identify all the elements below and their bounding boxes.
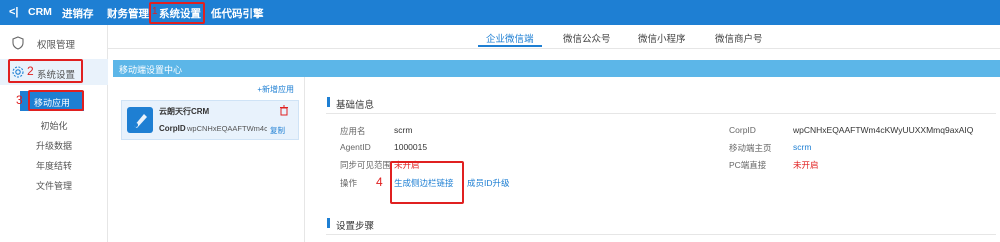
highlight-box-system-settings — [149, 2, 205, 24]
value-corpid: wpCNHxEQAAFTWm4cKWyUUXXMmq9axAIQ — [793, 125, 974, 135]
tab-wecom[interactable]: 企业微信端 — [486, 31, 534, 45]
label-corpid: CorpID — [729, 125, 756, 135]
active-tab-indicator — [478, 45, 542, 47]
nav-lowcode-engine[interactable]: 低代码引擎 — [211, 6, 264, 21]
tab-wechat-miniprogram[interactable]: 微信小程序 — [638, 31, 686, 45]
label-actions: 操作 — [340, 178, 358, 188]
setup-steps-title: 设置步骤 — [336, 221, 375, 232]
label-sync-scope: 同步可见范围 — [340, 160, 392, 170]
sidebar-subitem-file-management[interactable]: 文件管理 — [0, 175, 108, 195]
divider — [326, 234, 996, 235]
sidebar-subitem-upgrade-data[interactable]: 升级数据 — [0, 135, 108, 155]
nav-crm[interactable]: CRM — [28, 6, 52, 18]
section-header: 移动端设置中心 — [113, 60, 1000, 77]
app-list-panel: +新增应用 云朗天行CRM CorpID wpCNHxEQAAFTWm4c...… — [113, 77, 305, 242]
annotation-number-3: 3 — [16, 93, 23, 107]
back-button[interactable]: <| — [9, 6, 19, 18]
sidebar-subitem-initialize[interactable]: 初始化 — [0, 115, 108, 135]
channel-tabs: 企业微信端 微信公众号 微信小程序 微信商户号 — [108, 25, 1000, 49]
highlight-box-sidebar-settings — [8, 59, 83, 83]
label-agent-id: AgentID — [340, 142, 371, 152]
annotation-number-4: 4 — [376, 175, 383, 189]
label-mobile-home: 移动端主页 — [729, 143, 772, 153]
app-corpid-value: wpCNHxEQAAFTWm4c... — [187, 124, 267, 133]
label-pc-direct: PC端直接 — [729, 160, 767, 170]
basic-info-title: 基础信息 — [336, 100, 375, 111]
divider — [326, 113, 996, 114]
tab-wechat-official[interactable]: 微信公众号 — [563, 31, 611, 45]
sidebar: 权限管理 系统设置 2 移动应用 3 初始化 升级数据 年度结转 文件管理 — [0, 25, 108, 242]
delete-icon[interactable] — [279, 105, 289, 116]
member-id-upgrade-link[interactable]: 成员ID升级 — [467, 177, 510, 189]
app-logo-icon — [127, 107, 153, 133]
value-mobile-home[interactable]: scrm — [793, 142, 811, 152]
value-pc-direct: 未开启 — [793, 160, 819, 170]
highlight-box-generate-link — [390, 161, 464, 204]
app-card[interactable]: 云朗天行CRM CorpID wpCNHxEQAAFTWm4c... 复制 — [121, 100, 299, 140]
value-app-name: scrm — [394, 125, 413, 135]
app-name: 云朗天行CRM — [159, 107, 210, 116]
sidebar-item-label: 权限管理 — [37, 40, 76, 51]
section-marker — [327, 218, 330, 228]
app-detail: 基础信息 应用名 scrm AgentID 1000015 同步可见范围 未开启… — [306, 77, 1000, 242]
tab-wechat-merchant[interactable]: 微信商户号 — [715, 31, 763, 45]
add-app-link[interactable]: +新增应用 — [257, 84, 294, 95]
label-app-name: 应用名 — [340, 126, 366, 136]
shield-icon — [12, 36, 24, 50]
nav-inventory[interactable]: 进销存 — [62, 6, 94, 21]
sidebar-subitem-year-end[interactable]: 年度结转 — [0, 155, 108, 175]
copy-corpid-link[interactable]: 复制 — [270, 125, 285, 136]
highlight-box-mobile-apps — [28, 90, 84, 111]
app-corpid-label: CorpID — [159, 124, 186, 133]
section-marker — [327, 97, 330, 107]
section-header-title: 移动端设置中心 — [119, 65, 183, 75]
value-agent-id: 1000015 — [394, 142, 428, 152]
sidebar-item-permissions[interactable]: 权限管理 — [0, 31, 108, 55]
nav-finance[interactable]: 财务管理 — [107, 6, 149, 21]
